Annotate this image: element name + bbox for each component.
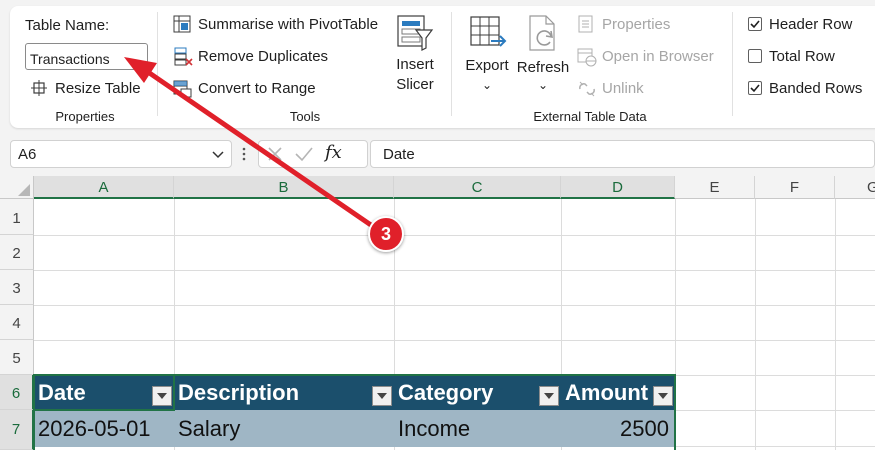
annotation-arrow [124,57,387,237]
step-badge: 3 [368,216,404,252]
